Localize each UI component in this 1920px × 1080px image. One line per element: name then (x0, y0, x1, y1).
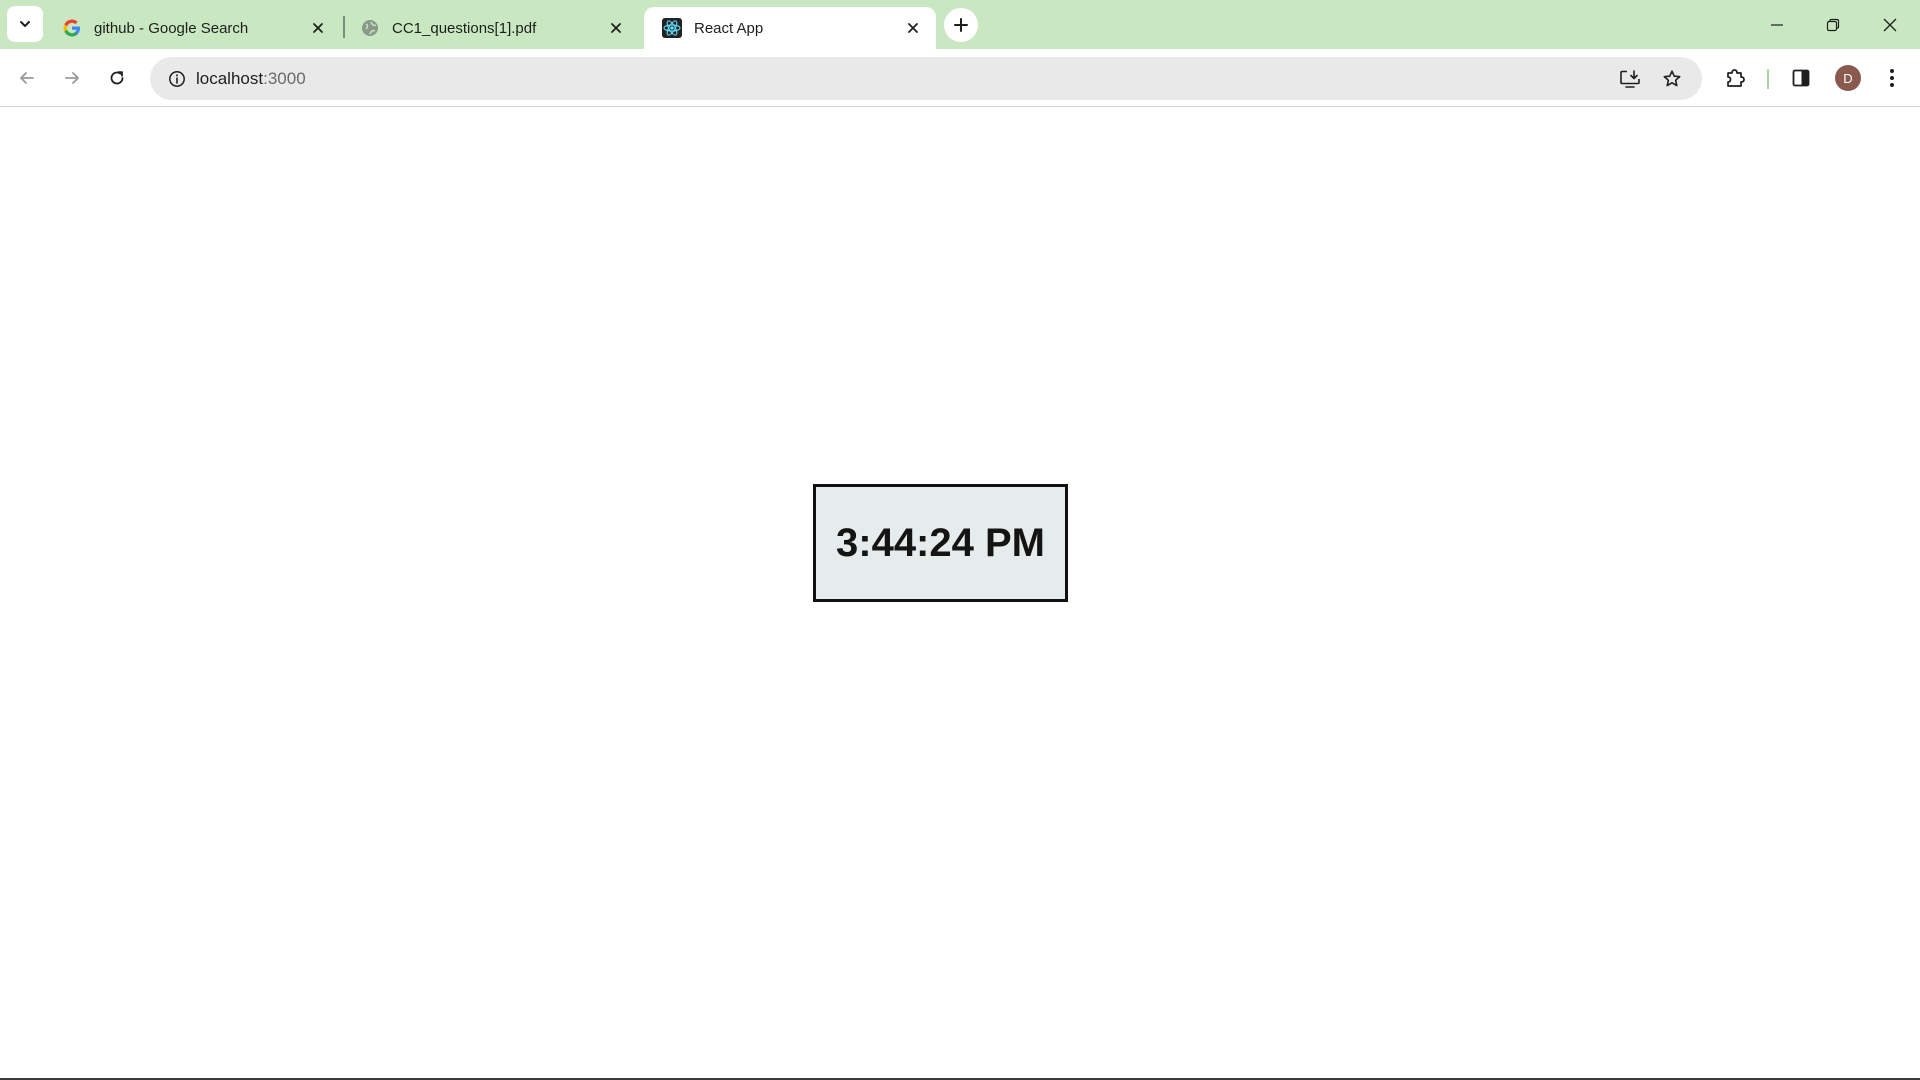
profile-avatar[interactable]: D (1835, 65, 1861, 91)
tab-title: CC1_questions[1].pdf (392, 19, 537, 37)
star-icon (1663, 70, 1681, 87)
tab-title: React App (694, 19, 764, 37)
back-button[interactable] (9, 60, 45, 96)
tab-strip: github - Google Search CC1_questions[1].… (0, 0, 1920, 49)
clock-display: 3:44:24 PM (813, 484, 1068, 602)
address-bar[interactable]: localhost:3000 (150, 57, 1702, 100)
globe-icon (360, 18, 380, 38)
arrow-left-icon (20, 72, 34, 84)
plus-icon (954, 18, 968, 32)
chevron-down-icon (20, 21, 30, 27)
page-viewport: 3:44:24 PM (0, 108, 1920, 1078)
install-app-button[interactable] (1613, 62, 1647, 96)
google-g-icon (62, 18, 82, 38)
tab-github-search[interactable]: github - Google Search (44, 7, 341, 49)
close-icon[interactable] (902, 17, 924, 39)
tab-pdf[interactable]: CC1_questions[1].pdf (342, 7, 639, 49)
forward-button[interactable] (54, 60, 90, 96)
restore-button[interactable] (1805, 0, 1861, 49)
browser-menu-button[interactable] (1874, 60, 1910, 96)
reload-icon (110, 71, 124, 85)
browser-toolbar: localhost:3000 D (0, 49, 1920, 107)
tab-search-button[interactable] (7, 6, 43, 42)
url-text[interactable]: localhost:3000 (196, 57, 306, 100)
reload-button[interactable] (99, 60, 135, 96)
toolbar-divider (1767, 69, 1769, 89)
install-icon (1620, 70, 1640, 88)
window-close-button[interactable] (1862, 0, 1918, 49)
url-port: :3000 (263, 69, 306, 88)
minimize-button[interactable] (1749, 0, 1805, 49)
url-host: localhost (196, 69, 264, 88)
side-panel-icon (1792, 69, 1810, 87)
tab-title: github - Google Search (94, 19, 249, 37)
close-icon[interactable] (605, 17, 627, 39)
arrow-right-icon (65, 72, 79, 84)
tab-react-app[interactable]: React App (644, 7, 936, 49)
react-atom-icon (662, 18, 682, 38)
new-tab-button[interactable] (944, 8, 978, 42)
side-panel-button[interactable] (1783, 60, 1819, 96)
clock-time: 3:44:24 PM (836, 520, 1045, 565)
close-icon[interactable] (307, 17, 329, 39)
site-info-button[interactable] (160, 62, 193, 95)
info-icon (168, 70, 185, 87)
extensions-button[interactable] (1717, 60, 1753, 96)
restore-icon (1826, 18, 1840, 31)
browser-window: github - Google Search CC1_questions[1].… (0, 0, 1920, 1080)
minimize-icon (1771, 23, 1783, 26)
kebab-menu-icon (1890, 69, 1894, 87)
close-icon (1883, 18, 1897, 31)
bookmark-button[interactable] (1655, 62, 1689, 96)
puzzle-icon (1727, 69, 1745, 87)
